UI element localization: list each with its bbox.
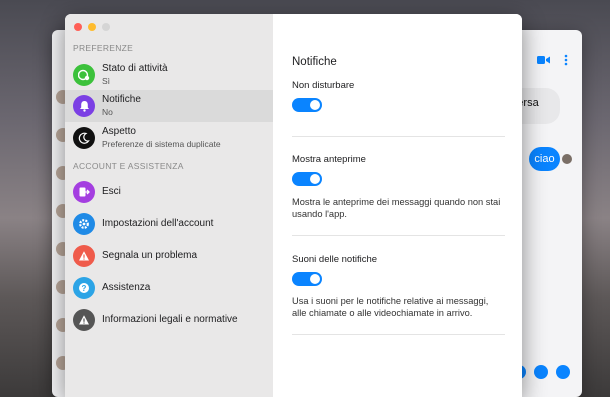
do-not-disturb-label: Non disturbare <box>292 80 355 91</box>
zoom-window-button[interactable] <box>102 23 110 31</box>
sidebar-item-help[interactable]: ? Assistenza <box>65 272 273 304</box>
section-title-preferences: PREFERENZE <box>73 43 134 53</box>
gear-icon <box>73 213 95 235</box>
sidebar-item-label: Segnala un problema <box>102 250 198 261</box>
sidebar-item-label: Stato di attività <box>102 63 168 74</box>
sidebar-item-logout[interactable]: Esci <box>65 176 273 208</box>
read-receipt-avatar <box>562 154 572 164</box>
more-options-icon[interactable] <box>564 54 568 66</box>
info-warning-icon <box>73 309 95 331</box>
bell-icon <box>73 95 95 117</box>
divider <box>292 334 505 335</box>
close-window-button[interactable] <box>74 23 82 31</box>
sidebar-item-sublabel: Sì <box>102 76 111 86</box>
chat-header-actions <box>537 54 568 66</box>
sidebar-item-report-problem[interactable]: Segnala un problema <box>65 240 273 272</box>
notification-sounds-toggle[interactable] <box>292 272 322 286</box>
do-not-disturb-toggle[interactable] <box>292 98 322 112</box>
notification-sounds-label: Suoni delle notifiche <box>292 254 378 265</box>
sidebar-item-label: Aspetto <box>102 126 136 137</box>
sidebar-item-label: Assistenza <box>102 282 151 293</box>
video-call-icon[interactable] <box>537 55 550 65</box>
notifications-panel: Notifiche Non disturbare Mostra anteprim… <box>273 14 522 397</box>
sidebar-item-label: Informazioni legali e normative <box>102 314 238 325</box>
preferences-window: PREFERENZE Stato di attività Sì Notifich… <box>65 14 522 397</box>
section-title-account: ACCOUNT E ASSISTENZA <box>73 161 184 171</box>
sent-message-bubble: ciao <box>529 147 560 171</box>
help-icon: ? <box>73 277 95 299</box>
notification-sounds-description: Usa i suoni per le notifiche relative ai… <box>292 296 489 318</box>
preferences-sidebar: PREFERENZE Stato di attività Sì Notifich… <box>65 14 273 397</box>
sidebar-item-activity-status[interactable]: Stato di attività Sì <box>65 59 273 91</box>
sidebar-item-appearance[interactable]: Aspetto Preferenze di sistema duplicate <box>65 122 273 154</box>
logout-icon <box>73 181 95 203</box>
divider <box>292 235 505 236</box>
activity-status-icon <box>73 64 95 86</box>
warning-icon <box>73 245 95 267</box>
sidebar-item-label: Esci <box>102 186 121 197</box>
divider <box>292 136 505 137</box>
sidebar-item-sublabel: Preferenze di sistema duplicate <box>102 139 221 149</box>
show-previews-toggle[interactable] <box>292 172 322 186</box>
show-previews-label: Mostra anteprime <box>292 154 366 165</box>
sidebar-item-legal[interactable]: Informazioni legali e normative <box>65 304 273 336</box>
sidebar-item-sublabel: No <box>102 107 113 117</box>
page-title: Notifiche <box>292 56 337 68</box>
thumbs-up-icon[interactable] <box>556 365 570 379</box>
sidebar-item-label: Notifiche <box>102 94 141 105</box>
window-controls <box>74 23 110 31</box>
emoji-icon[interactable] <box>534 365 548 379</box>
show-previews-description: Mostra le anteprime dei messaggi quando … <box>292 197 501 219</box>
sidebar-item-label: Impostazioni dell'account <box>102 218 214 229</box>
minimize-window-button[interactable] <box>88 23 96 31</box>
sidebar-item-notifications[interactable]: Notifiche No <box>65 90 273 122</box>
moon-icon <box>73 127 95 149</box>
svg-text:?: ? <box>82 284 87 293</box>
sidebar-item-account-settings[interactable]: Impostazioni dell'account <box>65 208 273 240</box>
